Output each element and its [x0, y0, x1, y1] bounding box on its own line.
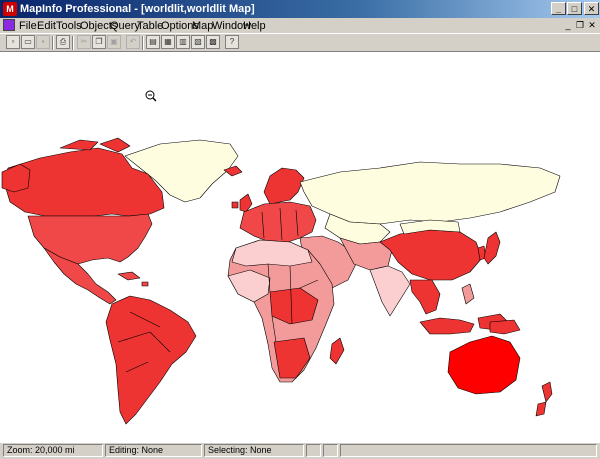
zoom-status[interactable]: Zoom: 20,000 mi [3, 444, 103, 457]
world-map[interactable] [0, 52, 600, 442]
minimize-button[interactable]: _ [551, 2, 566, 15]
menu-help[interactable]: Help [243, 20, 266, 32]
open-icon[interactable]: ▭ [21, 35, 35, 49]
europe [239, 201, 317, 243]
status-pane-message [340, 444, 597, 457]
layout-icon[interactable]: ▧ [191, 35, 205, 49]
redistrict-icon[interactable]: ▩ [206, 35, 220, 49]
menu-tools[interactable]: Tools [56, 20, 82, 32]
zoom-out-icon [145, 90, 157, 102]
menu-edit[interactable]: Edit [37, 20, 56, 32]
japan [483, 231, 501, 265]
menu-map[interactable]: Map [192, 20, 213, 32]
india [369, 265, 411, 317]
paste-icon[interactable]: ▣ [107, 35, 121, 49]
scandinavia [263, 167, 305, 205]
caribbean [117, 271, 149, 287]
status-pane-blank [323, 444, 338, 457]
window-title: MapInfo Professional - [worldlit,worldli… [20, 3, 255, 15]
status-bar: Zoom: 20,000 mi Editing: None Selecting:… [0, 442, 600, 459]
menu-file[interactable]: File [19, 20, 37, 32]
save-icon[interactable]: ▪ [36, 35, 50, 49]
editing-status[interactable]: Editing: None [105, 444, 202, 457]
menu-query[interactable]: Query [110, 20, 140, 32]
help-icon[interactable]: ? [225, 35, 239, 49]
copy-icon[interactable]: ❐ [92, 35, 106, 49]
mdi-restore-button[interactable]: ❐ [574, 20, 586, 31]
alaska [1, 163, 31, 193]
southern-africa [273, 337, 311, 379]
new-guinea [489, 319, 521, 335]
menu-table[interactable]: Table [137, 20, 163, 32]
browser-icon[interactable]: ▦ [161, 35, 175, 49]
mdi-close-button[interactable]: ✕ [586, 20, 598, 31]
maximize-button[interactable]: □ [567, 2, 582, 15]
menu-bar: File Edit Tools Objects Query Table Opti… [0, 18, 600, 33]
uk [231, 193, 253, 213]
cut-icon[interactable]: ✂ [77, 35, 91, 49]
selecting-status[interactable]: Selecting: None [204, 444, 304, 457]
toolbar-separator [52, 36, 54, 50]
mdi-controls: _ ❐ ✕ [562, 19, 598, 31]
australia [447, 335, 521, 395]
toolbar: ▫ ▭ ▪ ⎙ ✂ ❐ ▣ ↶ ▤ ▦ ▥ ▧ ▩ ? [0, 33, 600, 52]
madagascar [329, 337, 345, 365]
map-window[interactable] [0, 52, 600, 442]
close-button[interactable]: ✕ [584, 2, 599, 15]
new-zealand [535, 381, 553, 417]
undo-icon[interactable]: ↶ [126, 35, 140, 49]
status-pane-blank [306, 444, 321, 457]
toolbar-separator [72, 36, 74, 50]
se-asia [409, 279, 441, 315]
north-africa [231, 239, 313, 267]
philippines [461, 283, 475, 305]
document-icon[interactable] [3, 19, 15, 31]
toolbar-separator [142, 36, 144, 50]
mdi-minimize-button[interactable]: _ [562, 20, 574, 31]
mapinfo-app-icon[interactable]: M [3, 2, 17, 16]
graph-icon[interactable]: ▥ [176, 35, 190, 49]
print-icon[interactable]: ⎙ [56, 35, 70, 49]
map-icon[interactable]: ▤ [146, 35, 160, 49]
new-icon[interactable]: ▫ [6, 35, 20, 49]
usa [27, 213, 153, 265]
title-bar: M MapInfo Professional - [worldlit,world… [0, 0, 600, 18]
south-america [105, 295, 197, 425]
russia [299, 161, 561, 225]
